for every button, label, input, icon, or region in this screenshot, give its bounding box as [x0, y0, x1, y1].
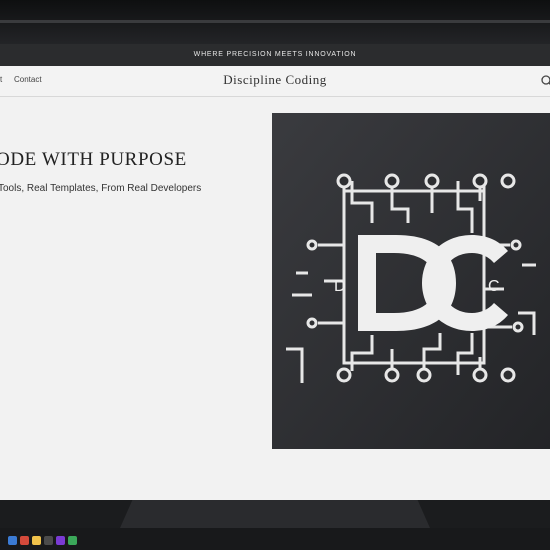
dc-logo-image: D C: [272, 113, 550, 449]
announcement-text: WHERE PRECISION MEETS INNOVATION: [193, 51, 357, 58]
browser-icon[interactable]: [8, 536, 17, 545]
site-brand[interactable]: Discipline Coding: [0, 72, 550, 88]
logo-right-letter: C: [488, 278, 500, 295]
search-icon[interactable]: [540, 74, 550, 88]
app-icon[interactable]: [20, 536, 29, 545]
announcement-bar: WHERE PRECISION MEETS INNOVATION: [0, 44, 550, 66]
monitor-bezel-top: [0, 0, 550, 44]
logo-left-letter: D: [334, 278, 346, 295]
site-header: t Contact Discipline Coding: [0, 66, 550, 97]
app-icon[interactable]: [44, 536, 53, 545]
bezel-ridge: [0, 20, 550, 23]
app-icon[interactable]: [56, 536, 65, 545]
monitor-stand: [120, 500, 430, 528]
taskbar: [0, 528, 550, 550]
hero-section: ODE WITH PURPOSE Tools, Real Templates, …: [0, 97, 550, 500]
circuit-logo-icon: D C: [272, 113, 550, 449]
hero-subtitle: Tools, Real Templates, From Real Develop…: [0, 183, 202, 194]
app-icon[interactable]: [32, 536, 41, 545]
app-icon[interactable]: [68, 536, 77, 545]
hero-title: ODE WITH PURPOSE: [0, 149, 187, 170]
